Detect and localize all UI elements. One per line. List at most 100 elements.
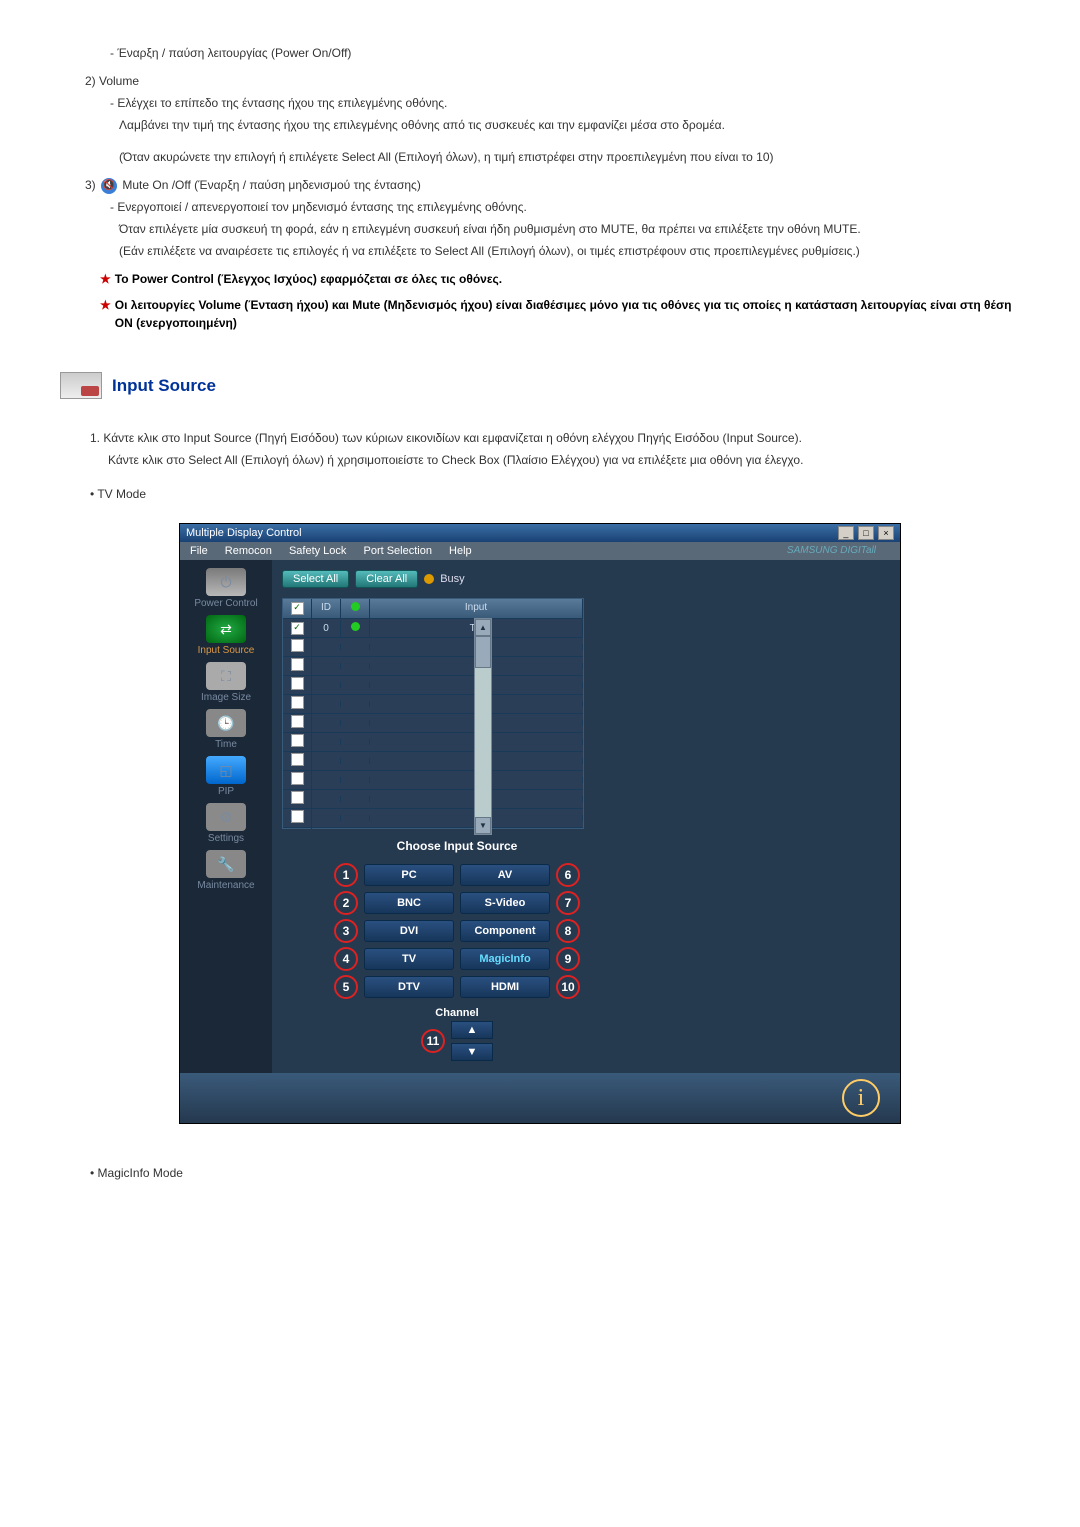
source-magicinfo-button[interactable]: MagicInfo [460, 948, 550, 970]
sidebar-item-image-size[interactable]: ⛶ Image Size [180, 662, 272, 703]
star2-text: Οι λειτουργίες Volume (Ένταση ήχου) και … [115, 296, 1020, 332]
minimize-icon[interactable]: _ [838, 526, 854, 540]
table-row[interactable]: 0 TV [283, 619, 583, 638]
menu-help[interactable]: Help [449, 545, 472, 557]
source-dtv-button[interactable]: DTV [364, 976, 454, 998]
table-row[interactable] [283, 809, 583, 828]
callout-3: 3 [334, 919, 358, 943]
sidebar-label: Input Source [180, 645, 272, 656]
callout-7: 7 [556, 891, 580, 915]
sidebar-label: Settings [180, 833, 272, 844]
row-checkbox[interactable] [291, 696, 304, 709]
source-av-button[interactable]: AV [460, 864, 550, 886]
item3-num: 3) [85, 178, 96, 192]
sidebar-item-pip[interactable]: ◱ PIP [180, 756, 272, 797]
header-status [341, 599, 370, 618]
row-checkbox[interactable] [291, 715, 304, 728]
menu-bar: File Remocon Safety Lock Port Selection … [180, 542, 900, 560]
table-row[interactable] [283, 676, 583, 695]
mute-icon: 🔇 [101, 178, 117, 194]
row-checkbox[interactable] [291, 622, 304, 635]
callout-11: 11 [421, 1029, 445, 1053]
callout-10: 10 [556, 975, 580, 999]
table-row[interactable] [283, 638, 583, 657]
sidebar-label: Maintenance [180, 880, 272, 891]
row-checkbox[interactable] [291, 734, 304, 747]
row-checkbox[interactable] [291, 658, 304, 671]
channel-area: Channel 11 ▲ ▼ [312, 1007, 602, 1063]
item2-dash1: - Ελέγχει το επίπεδο της έντασης ήχου τη… [110, 94, 1020, 112]
maintenance-icon: 🔧 [206, 850, 246, 878]
table-header: ID Input [283, 599, 583, 619]
bullet-tv-mode: TV Mode [90, 485, 1020, 503]
info-icon[interactable]: i [842, 1079, 880, 1117]
source-hdmi-button[interactable]: HDMI [460, 976, 550, 998]
item3-text: Mute On /Off (Έναρξη / παύση μηδενισμού … [122, 178, 420, 192]
app-screenshot: Multiple Display Control _ □ × File Remo… [179, 523, 901, 1124]
source-tv-button[interactable]: TV [364, 948, 454, 970]
table-row[interactable] [283, 714, 583, 733]
row-checkbox[interactable] [291, 772, 304, 785]
channel-up-button[interactable]: ▲ [451, 1021, 493, 1039]
choose-input-panel: Choose Input Source 1 PC AV 6 2 BNC S-Vi… [312, 829, 602, 1063]
header-check[interactable] [283, 599, 312, 618]
source-component-button[interactable]: Component [460, 920, 550, 942]
table-row[interactable] [283, 657, 583, 676]
table-row[interactable] [283, 790, 583, 809]
image-size-icon: ⛶ [206, 662, 246, 690]
window-titlebar: Multiple Display Control _ □ × [180, 524, 900, 542]
table-scrollbar[interactable]: ▲ ▼ [474, 618, 492, 835]
table-row[interactable] [283, 752, 583, 771]
item3-dash1: - Ενεργοποιεί / απενεργοποιεί τον μηδενι… [110, 198, 1020, 216]
source-pc-button[interactable]: PC [364, 864, 454, 886]
menu-file[interactable]: File [190, 545, 208, 557]
item3-label: 3) 🔇 Mute On /Off (Έναρξη / παύση μηδενι… [85, 176, 1020, 194]
scroll-up-icon[interactable]: ▲ [475, 619, 491, 636]
settings-icon: ⚙ [206, 803, 246, 831]
menu-remocon[interactable]: Remocon [225, 545, 272, 557]
table-row[interactable] [283, 733, 583, 752]
brand-logo: SAMSUNG DIGITall [787, 545, 876, 557]
source-dvi-button[interactable]: DVI [364, 920, 454, 942]
callout-8: 8 [556, 919, 580, 943]
star-note-2: ★ Οι λειτουργίες Volume (Ένταση ήχου) κα… [100, 296, 1020, 332]
table-row[interactable] [283, 695, 583, 714]
numlist-1: 1. Κάντε κλικ στο Input Source (Πηγή Εισ… [90, 429, 1020, 447]
section-icon [60, 372, 102, 399]
row-checkbox[interactable] [291, 677, 304, 690]
menu-port-selection[interactable]: Port Selection [363, 545, 431, 557]
sidebar-item-time[interactable]: 🕒 Time [180, 709, 272, 750]
close-icon[interactable]: × [878, 526, 894, 540]
input-source-icon: ⇄ [206, 615, 246, 643]
scroll-down-icon[interactable]: ▼ [475, 817, 491, 834]
clear-all-button[interactable]: Clear All [355, 570, 418, 588]
item3-line2: Όταν επιλέγετε μία συσκευή τη φορά, εάν … [119, 220, 1020, 238]
row-checkbox[interactable] [291, 810, 304, 823]
sidebar-item-settings[interactable]: ⚙ Settings [180, 803, 272, 844]
row-checkbox[interactable] [291, 791, 304, 804]
item2-line2: Λαμβάνει την τιμή της έντασης ήχου της ε… [119, 116, 1020, 134]
select-all-button[interactable]: Select All [282, 570, 349, 588]
maximize-icon[interactable]: □ [858, 526, 874, 540]
scroll-thumb[interactable] [475, 636, 491, 668]
row-checkbox[interactable] [291, 639, 304, 652]
menu-safety-lock[interactable]: Safety Lock [289, 545, 346, 557]
section-title: Input Source [60, 372, 1020, 399]
item2-line3: (Όταν ακυρώνετε την επιλογή ή επιλέγετε … [119, 148, 1020, 166]
channel-down-button[interactable]: ▼ [451, 1043, 493, 1061]
sidebar-item-input-source[interactable]: ⇄ Input Source [180, 615, 272, 656]
footer-bar: i [180, 1073, 900, 1123]
row-checkbox[interactable] [291, 753, 304, 766]
sidebar-label: Image Size [180, 692, 272, 703]
item2-label: 2) Volume [85, 72, 1020, 90]
source-bnc-button[interactable]: BNC [364, 892, 454, 914]
numlist-1b: Κάντε κλικ στο Select All (Επιλογή όλων)… [108, 451, 1020, 469]
checkbox-icon[interactable] [291, 602, 304, 615]
sidebar-item-power-control[interactable]: ⏻ Power Control [180, 568, 272, 609]
sidebar-item-maintenance[interactable]: 🔧 Maintenance [180, 850, 272, 891]
table-row[interactable] [283, 771, 583, 790]
item3-line3: (Εάν επιλέξετε να αναιρέσετε τις επιλογέ… [119, 242, 1020, 260]
callout-5: 5 [334, 975, 358, 999]
bullet-magicinfo-mode: MagicInfo Mode [90, 1164, 1020, 1182]
source-svideo-button[interactable]: S-Video [460, 892, 550, 914]
